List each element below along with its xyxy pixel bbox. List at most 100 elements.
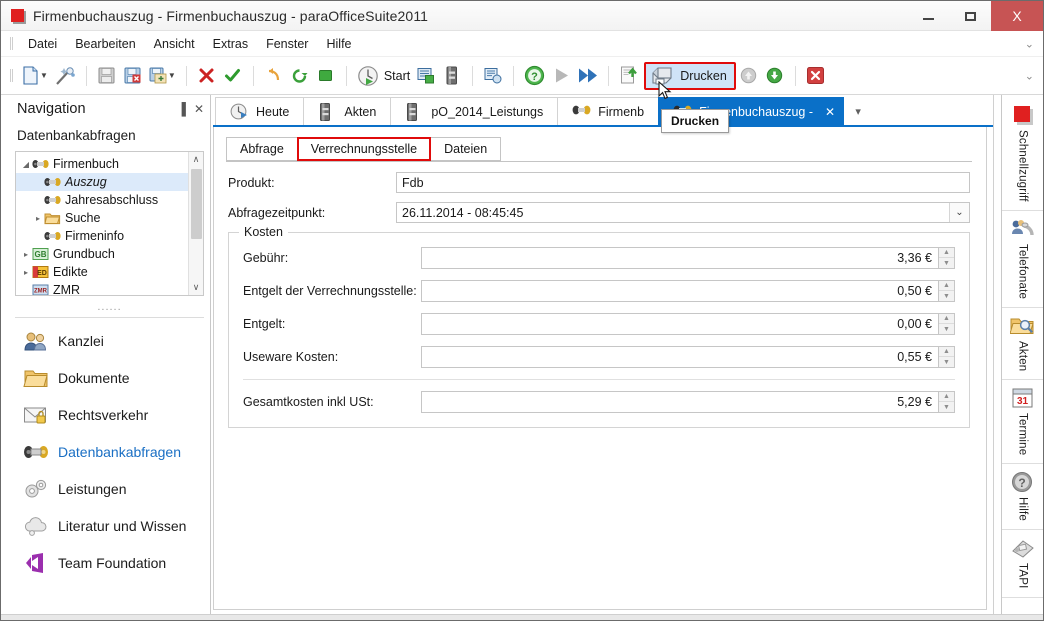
menu-ansicht[interactable]: Ansicht: [145, 34, 204, 54]
rail-item-schnellzugriff[interactable]: Schnellzugriff: [1002, 97, 1043, 211]
rail-item-hilfe[interactable]: ? Hilfe: [1002, 464, 1043, 530]
scroll-up-icon[interactable]: ∧: [193, 152, 200, 167]
save-button[interactable]: [94, 62, 120, 90]
close-panel-icon[interactable]: ✕: [194, 102, 204, 116]
print-button[interactable]: Drucken: [644, 62, 736, 90]
tree-item-edikte[interactable]: ▸ ED Edikte: [16, 263, 188, 281]
menu-grip[interactable]: [9, 36, 15, 51]
move-up-button[interactable]: [736, 62, 762, 90]
tree-scrollbar[interactable]: ∧ ∨: [188, 152, 203, 295]
rail-item-telefonate[interactable]: Telefonate: [1002, 211, 1043, 308]
stepper-up-icon[interactable]: ▲: [939, 314, 954, 324]
gebuehr-stepper[interactable]: ▲ ▼: [938, 247, 955, 269]
chevron-down-icon[interactable]: ⌄: [949, 203, 969, 222]
tree-item-zmr[interactable]: ZMR ZMR: [16, 281, 188, 295]
sidebar-item-literatur-und-wissen[interactable]: Literatur und Wissen: [9, 507, 210, 544]
minimize-button[interactable]: [907, 1, 949, 31]
entgelt-input[interactable]: 0,00 €: [421, 313, 938, 335]
tree-item-firmenbuch[interactable]: ◢ Firmenbuch: [16, 155, 188, 173]
database-button[interactable]: [480, 62, 506, 90]
help-button[interactable]: ?: [521, 62, 548, 90]
stepper-down-icon[interactable]: ▼: [939, 357, 954, 367]
tab-po-2014-leistungs[interactable]: pO_2014_Leistungs: [390, 97, 558, 125]
stepper-down-icon[interactable]: ▼: [939, 291, 954, 301]
upload-button[interactable]: [616, 62, 642, 90]
wizard-button[interactable]: [51, 62, 79, 90]
next-button[interactable]: [574, 62, 601, 90]
expander-icon[interactable]: ▸: [20, 268, 32, 277]
rail-item-akten[interactable]: Akten: [1002, 308, 1043, 380]
menu-overflow-icon[interactable]: ⌄: [1025, 37, 1034, 50]
tree-item-suche[interactable]: ▸ Suche: [16, 209, 188, 227]
tab-akten[interactable]: Akten: [303, 97, 391, 125]
expander-icon[interactable]: ▸: [20, 250, 32, 259]
tree-item-firmeninfo[interactable]: Firmeninfo: [16, 227, 188, 245]
tree-item-grundbuch[interactable]: ▸ GB Grundbuch: [16, 245, 188, 263]
stepper-down-icon[interactable]: ▼: [939, 258, 954, 268]
report-button[interactable]: [413, 62, 439, 90]
stepper-up-icon[interactable]: ▲: [939, 392, 954, 402]
ok-button[interactable]: [220, 62, 246, 90]
entgelt-stepper[interactable]: ▲ ▼: [938, 313, 955, 335]
useware-kosten-stepper[interactable]: ▲ ▼: [938, 346, 955, 368]
sidebar-item-dokumente[interactable]: Dokumente: [9, 359, 210, 396]
cancel-button[interactable]: [194, 62, 220, 90]
rail-item-tapi[interactable]: TAPI: [1002, 530, 1043, 598]
save-as-button[interactable]: ▼: [146, 62, 179, 90]
scroll-track[interactable]: [189, 167, 203, 280]
stepper-down-icon[interactable]: ▼: [939, 324, 954, 334]
redo-button[interactable]: [287, 62, 313, 90]
menu-extras[interactable]: Extras: [204, 34, 257, 54]
save-as-dropdown-icon[interactable]: ▼: [168, 71, 176, 80]
close-button[interactable]: X: [991, 1, 1043, 31]
new-document-dropdown-icon[interactable]: ▼: [40, 71, 48, 80]
gesamtkosten-input[interactable]: 5,29 €: [421, 391, 938, 413]
play-button[interactable]: [548, 62, 574, 90]
tree-item-jahresabschluss[interactable]: Jahresabschluss: [16, 191, 188, 209]
rail-item-termine[interactable]: 31 Termine: [1002, 380, 1043, 464]
produkt-input[interactable]: Fdb: [396, 172, 970, 193]
tab-firmenbuch[interactable]: Firmenb: [557, 97, 659, 125]
pin-icon[interactable]: ▐: [177, 102, 186, 116]
stop-button[interactable]: [313, 62, 339, 90]
stepper-up-icon[interactable]: ▲: [939, 347, 954, 357]
entgelt-verrechnungsstelle-input[interactable]: 0,50 €: [421, 280, 938, 302]
menu-fenster[interactable]: Fenster: [257, 34, 317, 54]
tree-item-auszug[interactable]: Auszug: [16, 173, 188, 191]
expander-icon[interactable]: ▸: [32, 214, 44, 223]
tab-dateien[interactable]: Dateien: [430, 137, 501, 161]
tab-verrechnungsstelle[interactable]: Verrechnungsstelle: [297, 137, 431, 161]
expander-icon[interactable]: ◢: [20, 160, 32, 169]
undo-button[interactable]: [261, 62, 287, 90]
toolbar-grip[interactable]: [9, 68, 15, 83]
tab-abfrage[interactable]: Abfrage: [226, 137, 298, 161]
stepper-up-icon[interactable]: ▲: [939, 248, 954, 258]
sidebar-item-leistungen[interactable]: Leistungen: [9, 470, 210, 507]
tab-heute[interactable]: Heute: [215, 97, 304, 125]
menu-bearbeiten[interactable]: Bearbeiten: [66, 34, 144, 54]
scroll-down-icon[interactable]: ∨: [193, 280, 200, 295]
scroll-thumb[interactable]: [191, 169, 202, 239]
tab-close-icon[interactable]: ✕: [825, 105, 835, 119]
menu-datei[interactable]: Datei: [19, 34, 66, 54]
akt-button[interactable]: [439, 62, 465, 90]
sidebar-item-kanzlei[interactable]: Kanzlei: [9, 322, 210, 359]
start-button[interactable]: Start: [354, 62, 413, 90]
abfragezeitpunkt-combobox[interactable]: 26.11.2014 - 08:45:45 ⌄: [396, 202, 970, 223]
new-document-button[interactable]: ▼: [19, 62, 51, 90]
gebuehr-input[interactable]: 3,36 €: [421, 247, 938, 269]
stepper-down-icon[interactable]: ▼: [939, 402, 954, 412]
entgelt-verrechnungsstelle-stepper[interactable]: ▲ ▼: [938, 280, 955, 302]
close-window-button[interactable]: [803, 62, 829, 90]
maximize-button[interactable]: [949, 1, 991, 31]
tab-overflow-icon[interactable]: ▾: [843, 97, 873, 125]
save-and-close-button[interactable]: [120, 62, 146, 90]
sidebar-item-datenbankabfragen[interactable]: Datenbankabfragen: [9, 433, 210, 470]
menu-hilfe[interactable]: Hilfe: [317, 34, 360, 54]
useware-kosten-input[interactable]: 0,55 €: [421, 346, 938, 368]
sidebar-item-rechtsverkehr[interactable]: Rechtsverkehr: [9, 396, 210, 433]
stepper-up-icon[interactable]: ▲: [939, 281, 954, 291]
panel-splitter[interactable]: ......: [15, 298, 204, 318]
move-down-button[interactable]: [762, 62, 788, 90]
gesamtkosten-stepper[interactable]: ▲ ▼: [938, 391, 955, 413]
